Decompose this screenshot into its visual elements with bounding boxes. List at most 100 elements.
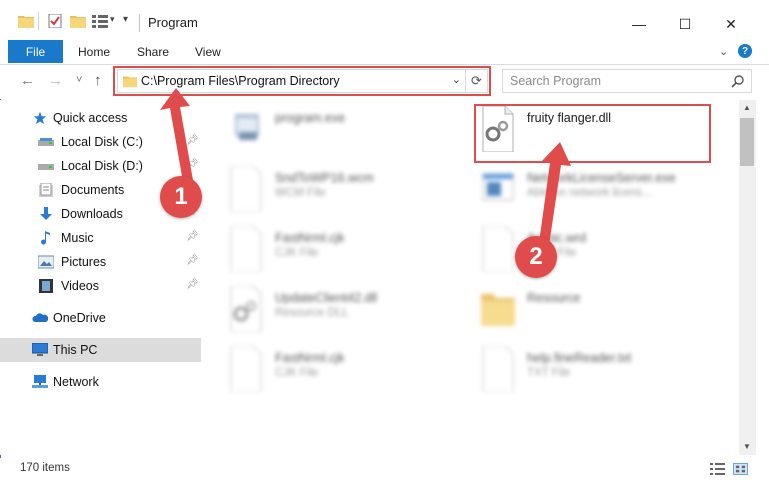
- sidebar-item-label: Local Disk (D:): [61, 159, 143, 173]
- qat-dropdown-icon[interactable]: ▾: [110, 14, 115, 25]
- downloads-icon: [40, 207, 52, 220]
- videos-icon: [39, 279, 53, 293]
- step-badge-1: 1: [160, 176, 202, 218]
- file-item[interactable]: UpdateClient42.dll Resource DLL: [205, 282, 455, 338]
- ribbon-expand-icon[interactable]: ⌄: [719, 45, 728, 58]
- chevron-down-icon[interactable]: ⌄: [452, 73, 461, 86]
- pin-icon: 📌︎: [186, 135, 199, 146]
- file-icon: [482, 226, 514, 272]
- explorer-window: ▾ ▾ Program — ☐ ✕ File Home Share View ⌄…: [0, 0, 769, 495]
- navigation-pane: Quick access Local Disk (C:) 📌︎ Local Di…: [0, 100, 205, 455]
- close-button[interactable]: ✕: [708, 10, 754, 38]
- file-item[interactable]: Arabic.wrd WRD File: [457, 222, 707, 278]
- computer-icon: [32, 343, 48, 356]
- pin-icon: 📌︎: [186, 279, 199, 290]
- sidebar-item-pictures[interactable]: Pictures 📌︎: [0, 250, 201, 274]
- forward-button[interactable]: →: [48, 72, 63, 89]
- file-name: help.fineReader.txt: [527, 351, 632, 365]
- file-name: NetworkLicenseServer.exe: [527, 171, 676, 185]
- address-bar[interactable]: C:\Program Files\Program Directory ⌄: [117, 69, 466, 93]
- documents-icon: [39, 183, 53, 197]
- status-bar: 170 items: [0, 458, 769, 480]
- file-type: Resource DLL: [275, 307, 349, 319]
- sidebar-item-local-disk-c[interactable]: Local Disk (C:) 📌︎: [0, 130, 201, 154]
- sidebar-item-label: Downloads: [61, 207, 123, 221]
- sidebar-item-label: Quick access: [53, 111, 128, 125]
- file-list: program.exe fruity flanger.dll SndToWP16…: [205, 100, 739, 455]
- window-bottom: [0, 480, 769, 495]
- sidebar-item-local-disk-d[interactable]: Local Disk (D:) 📌︎: [0, 154, 201, 178]
- sidebar-item-label: Videos: [61, 279, 99, 293]
- sidebar-item-quick-access[interactable]: Quick access: [0, 106, 201, 130]
- drive-icon: [38, 138, 54, 146]
- file-item-fruity-flanger[interactable]: fruity flanger.dll: [457, 102, 707, 158]
- tab-share[interactable]: Share: [137, 45, 169, 59]
- sidebar-item-network[interactable]: Network: [0, 370, 201, 394]
- tab-view[interactable]: View: [195, 45, 221, 59]
- properties-check-icon[interactable]: [48, 14, 64, 28]
- search-icon: [731, 75, 744, 88]
- tab-home[interactable]: Home: [78, 45, 110, 59]
- file-item[interactable]: FastNrml.cjk CJK File: [205, 222, 455, 278]
- scroll-down-icon[interactable]: ▼: [743, 442, 751, 451]
- file-item[interactable]: NetworkLicenseServer.exe Ableton network…: [457, 162, 707, 218]
- title-bar: ▾ ▾ Program — ☐ ✕: [0, 0, 769, 40]
- dll-gear-icon: [482, 106, 514, 152]
- file-item[interactable]: FastNrml.cjk CJK File: [205, 342, 455, 398]
- minimize-button[interactable]: —: [616, 10, 662, 38]
- details-view-icon[interactable]: [710, 463, 725, 475]
- tab-file[interactable]: File: [8, 40, 63, 63]
- recent-locations-button[interactable]: ˅: [76, 74, 82, 86]
- qat-separator: [38, 12, 39, 30]
- file-icon: [230, 166, 262, 212]
- file-type: Ableton network licens...: [527, 187, 652, 199]
- file-name: Resource: [527, 291, 581, 305]
- scroll-thumb[interactable]: [740, 118, 754, 166]
- exe-icon: [235, 114, 259, 140]
- navigation-bar: ← → ˅ ↑ C:\Program Files\Program Directo…: [0, 65, 769, 99]
- file-item[interactable]: SndToWP16.wcm WCM File: [205, 162, 455, 218]
- customize-qat-icon[interactable]: ▾: [123, 14, 128, 25]
- file-icon: [230, 226, 262, 272]
- network-icon: [32, 375, 48, 388]
- file-type: TXT File: [527, 367, 571, 379]
- vertical-scrollbar[interactable]: ▲ ▼: [739, 100, 756, 455]
- sidebar-item-music[interactable]: Music 📌︎: [0, 226, 201, 250]
- sidebar-item-this-pc[interactable]: This PC: [0, 338, 201, 362]
- back-button[interactable]: ←: [20, 72, 35, 89]
- scroll-up-icon[interactable]: ▲: [743, 103, 751, 112]
- help-icon[interactable]: ?: [738, 44, 752, 58]
- file-icon: [482, 346, 514, 392]
- drive-icon: [38, 164, 54, 170]
- file-name: SndToWP16.wcm: [275, 171, 374, 185]
- file-item[interactable]: program.exe: [205, 102, 455, 158]
- sidebar-item-label: Network: [53, 375, 99, 389]
- new-folder-icon[interactable]: [70, 14, 86, 28]
- view-details-icon[interactable]: [92, 14, 108, 28]
- music-icon: [41, 231, 50, 245]
- file-item[interactable]: help.fineReader.txt TXT File: [457, 342, 707, 398]
- pin-icon: 📌︎: [186, 159, 199, 170]
- pictures-icon: [38, 255, 54, 269]
- file-type: WCM File: [275, 187, 326, 199]
- sidebar-item-label: Documents: [61, 183, 125, 197]
- star-icon: [33, 111, 47, 125]
- folder-icon: [123, 76, 137, 88]
- large-icons-view-icon[interactable]: [733, 463, 748, 475]
- file-name: FastNrml.cjk: [275, 351, 345, 365]
- app-window-icon: [482, 173, 514, 201]
- search-input[interactable]: Search Program: [502, 69, 752, 93]
- search-placeholder: Search Program: [510, 74, 602, 88]
- item-count: 170 items: [20, 462, 70, 474]
- sidebar-item-onedrive[interactable]: OneDrive: [0, 306, 201, 330]
- file-item[interactable]: Resource: [457, 282, 707, 338]
- refresh-button[interactable]: ⟳: [466, 69, 488, 93]
- address-path[interactable]: C:\Program Files\Program Directory: [141, 74, 340, 88]
- file-icon: [230, 346, 262, 392]
- onedrive-icon: [32, 313, 48, 322]
- sidebar-item-videos[interactable]: Videos 📌︎: [0, 274, 201, 298]
- maximize-button[interactable]: ☐: [662, 10, 708, 38]
- up-button[interactable]: ↑: [94, 72, 102, 89]
- file-type: CJK File: [275, 367, 319, 379]
- window-title: Program: [148, 15, 198, 30]
